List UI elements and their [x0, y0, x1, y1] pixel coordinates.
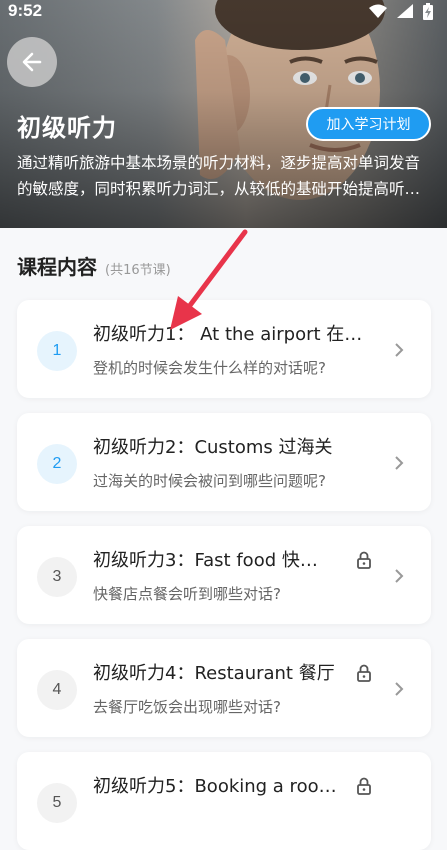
join-study-plan-button[interactable]: 加入学习计划 [306, 107, 431, 141]
chevron-right-icon [395, 682, 404, 696]
course-description: 通过精听旅游中基本场景的听力材料，逐步提高对单词发音的敏感度，同时积累听力词汇，… [17, 154, 421, 198]
lesson-title: 初级听力3：Fast food 快餐店 [93, 550, 329, 571]
lesson-title: 初级听力5：Booking a room 订房 [93, 776, 347, 797]
battery-charging-icon [423, 2, 433, 20]
chevron-right-icon [395, 343, 404, 357]
lesson-title: 初级听力1： At the airport 在机场 [93, 324, 369, 345]
section-title: 课程内容 [17, 255, 97, 279]
lesson-number: 1 [37, 331, 77, 371]
lesson-subtitle: 登机的时候会发生什么样的对话呢? [93, 359, 326, 377]
lesson-title: 初级听力4：Restaurant 餐厅 [93, 663, 335, 684]
lesson-number: 2 [37, 444, 77, 484]
lock-icon [357, 664, 371, 682]
lesson-number: 4 [37, 670, 77, 710]
wifi-icon [369, 4, 387, 18]
lesson-card-3[interactable]: 3 初级听力3：Fast food 快餐店 快餐店点餐会听到哪些对话? [17, 526, 431, 624]
lesson-card-4[interactable]: 4 初级听力4：Restaurant 餐厅 去餐厅吃饭会出现哪些对话? [17, 639, 431, 737]
chevron-right-icon [395, 456, 404, 470]
status-icons [369, 0, 433, 22]
back-button[interactable] [7, 37, 57, 87]
lesson-subtitle: 去餐厅吃饭会出现哪些对话? [93, 698, 281, 716]
signal-icon [397, 4, 413, 18]
lesson-card-5[interactable]: 5 初级听力5：Booking a room 订房 [17, 752, 431, 850]
lesson-number: 3 [37, 557, 77, 597]
chevron-right-icon [395, 569, 404, 583]
lesson-subtitle: 快餐店点餐会听到哪些对话? [93, 585, 281, 603]
lesson-title: 初级听力2：Customs 过海关 [93, 437, 333, 458]
lesson-card-2[interactable]: 2 初级听力2：Customs 过海关 过海关的时候会被问到哪些问题呢? [17, 413, 431, 511]
lesson-count: (共16节课) [105, 263, 171, 278]
lesson-number: 5 [37, 783, 77, 823]
arrow-left-icon [22, 52, 42, 72]
lock-icon [357, 551, 371, 569]
lock-icon [357, 777, 371, 795]
course-content-heading: 课程内容 (共16节课) [17, 251, 171, 280]
lesson-subtitle: 过海关的时候会被问到哪些问题呢? [93, 472, 326, 490]
page-title: 初级听力 [17, 114, 117, 142]
status-time: 9:52 [8, 1, 43, 20]
lesson-card-1[interactable]: 1 初级听力1： At the airport 在机场 登机的时候会发生什么样的… [17, 300, 431, 398]
